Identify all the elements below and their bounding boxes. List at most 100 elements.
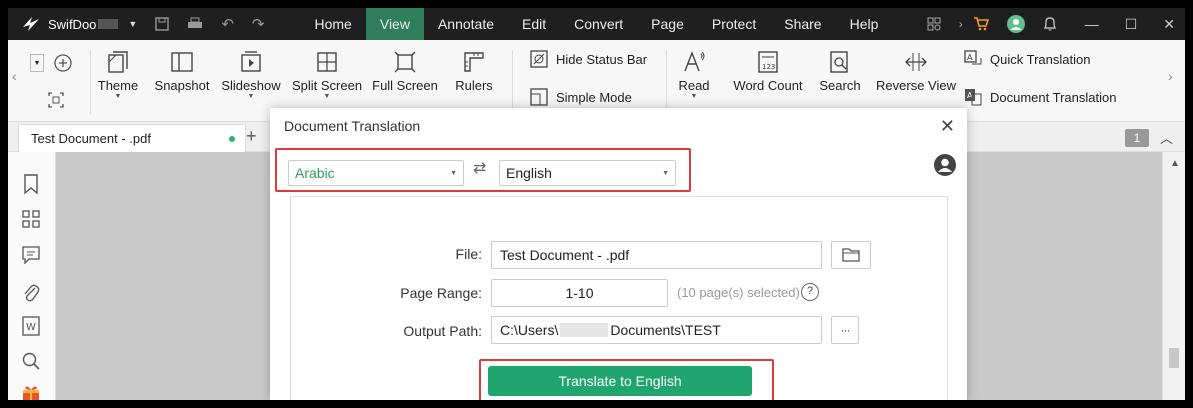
document-translation-button[interactable]: A Document Translation xyxy=(964,88,1116,106)
cart-icon[interactable] xyxy=(973,17,989,31)
rulers-label: Rulers xyxy=(455,78,493,93)
reverse-view-button[interactable]: Reverse View xyxy=(876,50,956,93)
collapse-ribbon-icon[interactable]: ︿ xyxy=(1160,128,1173,147)
undo-icon[interactable]: ↶ xyxy=(221,15,234,33)
redo-icon[interactable]: ↷ xyxy=(252,15,265,33)
ribbon-scroll-left-icon[interactable]: ‹ xyxy=(12,68,17,84)
new-tab-icon[interactable]: + xyxy=(246,126,257,147)
save-icon[interactable] xyxy=(155,17,170,31)
search-doc-icon xyxy=(830,51,848,73)
scrollbar-thumb[interactable] xyxy=(1169,348,1179,368)
apps-grid-icon[interactable] xyxy=(927,17,941,31)
menu-edit[interactable]: Edit xyxy=(508,8,560,40)
split-screen-icon xyxy=(317,52,337,72)
read-button[interactable]: Read ▼ xyxy=(674,50,714,101)
simple-mode-label: Simple Mode xyxy=(556,89,632,105)
word-doc-icon[interactable]: W xyxy=(22,316,40,336)
close-window-button[interactable]: ✕ xyxy=(1163,16,1175,33)
swap-languages-icon[interactable]: ⇄ xyxy=(473,158,486,178)
menu-page[interactable]: Page xyxy=(637,8,698,40)
browse-file-button[interactable] xyxy=(831,241,871,269)
snapshot-icon xyxy=(171,52,193,72)
output-path-suffix: Documents\TEST xyxy=(610,322,721,338)
user-account-icon[interactable] xyxy=(934,154,956,176)
source-language-select[interactable]: Arabic ▼ xyxy=(288,160,464,186)
user-avatar-icon[interactable] xyxy=(1006,15,1025,33)
chevron-right-icon[interactable]: › xyxy=(959,17,963,31)
folder-icon xyxy=(842,248,860,262)
menu-share[interactable]: Share xyxy=(770,8,835,40)
gift-icon[interactable] xyxy=(22,384,40,400)
bookmark-icon[interactable] xyxy=(22,174,40,194)
output-path-label: Output Path: xyxy=(403,323,482,339)
menu-protect[interactable]: Protect xyxy=(698,8,770,40)
zoom-in-icon[interactable] xyxy=(54,54,80,72)
search-button[interactable]: Search xyxy=(816,50,864,93)
print-icon[interactable] xyxy=(187,17,203,31)
document-tab[interactable]: Test Document - .pdf xyxy=(18,124,246,152)
ribbon-separator xyxy=(512,50,513,114)
word-count-label: Word Count xyxy=(733,78,803,93)
full-screen-button[interactable]: Full Screen xyxy=(372,50,438,93)
quick-translation-button[interactable]: A Quick Translation xyxy=(964,50,1090,68)
minimize-button[interactable]: — xyxy=(1085,16,1099,32)
fit-page-icon[interactable] xyxy=(48,92,72,108)
app-window: SwifDoo ▼ ↶ ↷ Home View Annotate Edit Co… xyxy=(8,8,1185,400)
account-dropdown-icon[interactable]: ▼ xyxy=(128,19,137,29)
close-icon[interactable]: ✕ xyxy=(940,116,955,137)
snapshot-button[interactable]: Snapshot xyxy=(152,50,212,93)
search-label: Search xyxy=(819,78,861,93)
attachment-icon[interactable] xyxy=(22,282,40,302)
browse-output-button[interactable]: ··· xyxy=(831,316,859,344)
source-language-value: Arabic xyxy=(295,165,335,181)
target-language-select[interactable]: English ▼ xyxy=(499,160,676,186)
ribbon-scroll-right-icon[interactable]: › xyxy=(1168,68,1173,84)
menu-home[interactable]: Home xyxy=(301,8,366,40)
split-screen-button[interactable]: Split Screen ▼ xyxy=(290,50,364,101)
rulers-icon xyxy=(464,52,484,72)
document-translation-label: Document Translation xyxy=(990,89,1117,105)
hide-status-bar-icon xyxy=(530,50,548,68)
reverse-view-label: Reverse View xyxy=(876,78,956,93)
simple-mode-icon xyxy=(530,88,548,106)
page-range-input[interactable]: 1-10 xyxy=(491,279,668,307)
search-icon[interactable] xyxy=(22,352,40,370)
bell-icon[interactable] xyxy=(1043,16,1057,32)
menu-help[interactable]: Help xyxy=(836,8,893,40)
word-count-icon: 123 xyxy=(758,51,778,73)
title-bar-right: › — ☐ ✕ xyxy=(927,8,1185,40)
zoom-dropdown[interactable]: ▼ xyxy=(30,54,44,72)
menu-view[interactable]: View xyxy=(365,8,424,40)
file-field[interactable]: Test Document - .pdf xyxy=(491,241,822,269)
word-count-button[interactable]: 123 Word Count xyxy=(728,50,808,93)
svg-text:A: A xyxy=(967,53,973,62)
vertical-scrollbar[interactable]: ▲ xyxy=(1162,152,1185,400)
ribbon-separator xyxy=(90,50,91,114)
output-path-field[interactable]: C:\Users\ Documents\TEST xyxy=(491,316,822,344)
scroll-up-icon[interactable]: ▲ xyxy=(1170,158,1180,169)
help-icon[interactable]: ? xyxy=(801,283,819,301)
theme-icon xyxy=(108,51,128,73)
theme-label: Theme xyxy=(97,78,139,93)
slideshow-button[interactable]: Slideshow ▼ xyxy=(220,50,282,101)
slideshow-label: Slideshow xyxy=(221,78,281,93)
theme-button[interactable]: Theme ▼ xyxy=(96,50,140,101)
simple-mode-button[interactable]: Simple Mode xyxy=(530,88,632,106)
menu-annotate[interactable]: Annotate xyxy=(424,8,508,40)
quick-translation-icon: A xyxy=(964,50,982,65)
maximize-button[interactable]: ☐ xyxy=(1125,16,1138,33)
chevron-down-icon: ▼ xyxy=(662,170,669,177)
menu-bar: Home View Annotate Edit Convert Page Pro… xyxy=(301,8,893,40)
page-range-label: Page Range: xyxy=(400,285,482,301)
translate-button[interactable]: Translate to English xyxy=(488,366,752,396)
menu-convert[interactable]: Convert xyxy=(560,8,637,40)
slideshow-icon xyxy=(241,51,261,72)
hide-status-bar-button[interactable]: Hide Status Bar xyxy=(530,50,647,68)
thumbnails-icon[interactable] xyxy=(22,210,40,228)
file-label: File: xyxy=(455,246,482,262)
document-translation-icon: A xyxy=(965,89,982,106)
comments-icon[interactable] xyxy=(22,246,40,264)
svg-text:W: W xyxy=(26,322,36,333)
hide-status-bar-label: Hide Status Bar xyxy=(556,51,648,67)
rulers-button[interactable]: Rulers xyxy=(450,50,498,93)
